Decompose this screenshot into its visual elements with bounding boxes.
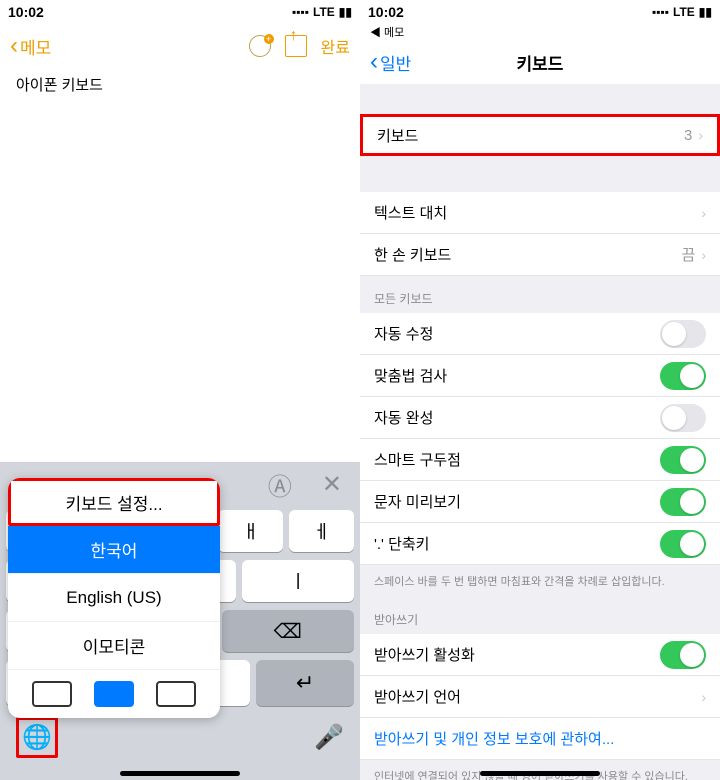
back-button[interactable]: ‹일반 bbox=[370, 50, 411, 75]
done-button[interactable]: 완료 bbox=[321, 34, 350, 58]
keyboard-layout-left-icon[interactable] bbox=[32, 681, 72, 707]
one-handed-cell[interactable]: 한 손 키보드 끔› bbox=[360, 234, 720, 276]
globe-icon[interactable]: 🌐 bbox=[16, 717, 58, 758]
toggle-cell: 맞춤법 검사 bbox=[360, 355, 720, 397]
toggle-cell: 스마트 구두점 bbox=[360, 439, 720, 481]
time: 10:02 bbox=[8, 4, 292, 20]
share-icon[interactable] bbox=[285, 35, 307, 57]
dictation-privacy-link[interactable]: 받아쓰기 및 개인 정보 보호에 관하여... bbox=[360, 718, 720, 760]
chevron-right-icon: › bbox=[701, 247, 706, 263]
keyboard: Ⓐ ✕ ㅕㅑㅐㅔ ㅓㅏㅣ ㅜㅡ⌫ ↵ 🌐 🎤 키보드 설정... 한국어 Eng… bbox=[0, 462, 360, 780]
toggle-label: 문자 미리보기 bbox=[374, 491, 461, 512]
toggle-label: 자동 완성 bbox=[374, 407, 433, 428]
group-header-all: 모든 키보드 bbox=[360, 276, 720, 313]
return-key[interactable]: ↵ bbox=[256, 660, 354, 706]
keyboard-lang-english[interactable]: English (US) bbox=[8, 574, 220, 622]
group-header-dictation: 받아쓰기 bbox=[360, 597, 720, 634]
keyboard-switcher-popup: 키보드 설정... 한국어 English (US) 이모티콘 bbox=[8, 478, 220, 718]
footer-space: 스페이스 바를 두 번 탭하면 마침표와 간격을 차례로 삽입합니다. bbox=[360, 565, 720, 597]
settings-screen: 10:02 ▪▪▪▪ LTE ▮▮ ◀ 메모 ‹일반 키보드 키보드 3› 텍스… bbox=[360, 0, 720, 780]
key[interactable]: ㅐ bbox=[218, 510, 283, 552]
toggle-switch[interactable] bbox=[660, 446, 706, 474]
key[interactable]: ㅣ bbox=[242, 560, 354, 602]
back-to-app[interactable]: ◀ 메모 bbox=[360, 24, 720, 40]
toggle-label: 맞춤법 검사 bbox=[374, 365, 447, 386]
status-bar: 10:02 ▪▪▪▪ LTE ▮▮ bbox=[0, 0, 360, 24]
key[interactable]: ㅔ bbox=[289, 510, 354, 552]
notes-screen: 10:02 ▪▪▪▪ LTE ▮▮ ‹메모 완료 아이폰 키보드 Ⓐ ✕ ㅕㅑㅐ… bbox=[0, 0, 360, 780]
signal: ▪▪▪▪ LTE ▮▮ bbox=[652, 5, 712, 19]
home-indicator[interactable] bbox=[480, 771, 600, 776]
settings-list[interactable]: 키보드 3› 텍스트 대치 › 한 손 키보드 끔› 모든 키보드 자동 수정맞… bbox=[360, 84, 720, 780]
keyboard-settings-item[interactable]: 키보드 설정... bbox=[8, 478, 220, 526]
chevron-right-icon: › bbox=[698, 127, 703, 143]
keyboards-cell[interactable]: 키보드 3› bbox=[360, 114, 720, 156]
back-button[interactable]: ‹메모 bbox=[10, 34, 51, 59]
toggle-switch[interactable] bbox=[660, 488, 706, 516]
keyboard-lang-korean[interactable]: 한국어 bbox=[8, 526, 220, 574]
toggle-switch[interactable] bbox=[660, 362, 706, 390]
dismiss-icon[interactable]: ✕ bbox=[322, 470, 342, 499]
notes-navbar: ‹메모 완료 bbox=[0, 24, 360, 68]
toggle-cell: '.' 단축키 bbox=[360, 523, 720, 565]
keyboard-layout-right-icon[interactable] bbox=[156, 681, 196, 707]
toggle-label: 스마트 구두점 bbox=[374, 449, 461, 470]
handwriting-icon[interactable]: Ⓐ bbox=[268, 467, 292, 502]
keyboard-layout-full-icon[interactable] bbox=[94, 681, 134, 707]
chevron-right-icon: › bbox=[701, 689, 706, 705]
toggle-label: 자동 수정 bbox=[374, 323, 433, 344]
backspace-key[interactable]: ⌫ bbox=[222, 610, 354, 652]
time: 10:02 bbox=[368, 4, 652, 20]
toggle-label: '.' 단축키 bbox=[374, 533, 429, 554]
footer-dictation: 인터넷에 연결되어 있지 않을 때 영어 받아쓰기를 사용할 수 있습니다. bbox=[360, 760, 720, 780]
dictation-enable-cell: 받아쓰기 활성화 bbox=[360, 634, 720, 676]
settings-navbar: ‹일반 키보드 bbox=[360, 40, 720, 84]
toggle-cell: 자동 완성 bbox=[360, 397, 720, 439]
toggle-cell: 문자 미리보기 bbox=[360, 481, 720, 523]
collaborate-icon[interactable] bbox=[249, 35, 271, 57]
status-bar: 10:02 ▪▪▪▪ LTE ▮▮ bbox=[360, 0, 720, 24]
signal: ▪▪▪▪ LTE ▮▮ bbox=[292, 5, 352, 19]
toggle-switch[interactable] bbox=[660, 320, 706, 348]
toggle-cell: 자동 수정 bbox=[360, 313, 720, 355]
home-indicator[interactable] bbox=[120, 771, 240, 776]
dictation-lang-cell[interactable]: 받아쓰기 언어 › bbox=[360, 676, 720, 718]
text-replacement-cell[interactable]: 텍스트 대치 › bbox=[360, 192, 720, 234]
toggle-switch[interactable] bbox=[660, 404, 706, 432]
keyboard-layout-icons bbox=[8, 670, 220, 718]
keyboard-lang-emoji[interactable]: 이모티콘 bbox=[8, 622, 220, 670]
page-title: 키보드 bbox=[360, 50, 720, 75]
dictation-toggle[interactable] bbox=[660, 641, 706, 669]
chevron-right-icon: › bbox=[701, 205, 706, 221]
toggle-switch[interactable] bbox=[660, 530, 706, 558]
note-content[interactable]: 아이폰 키보드 bbox=[0, 68, 360, 462]
mic-icon[interactable]: 🎤 bbox=[314, 723, 344, 752]
